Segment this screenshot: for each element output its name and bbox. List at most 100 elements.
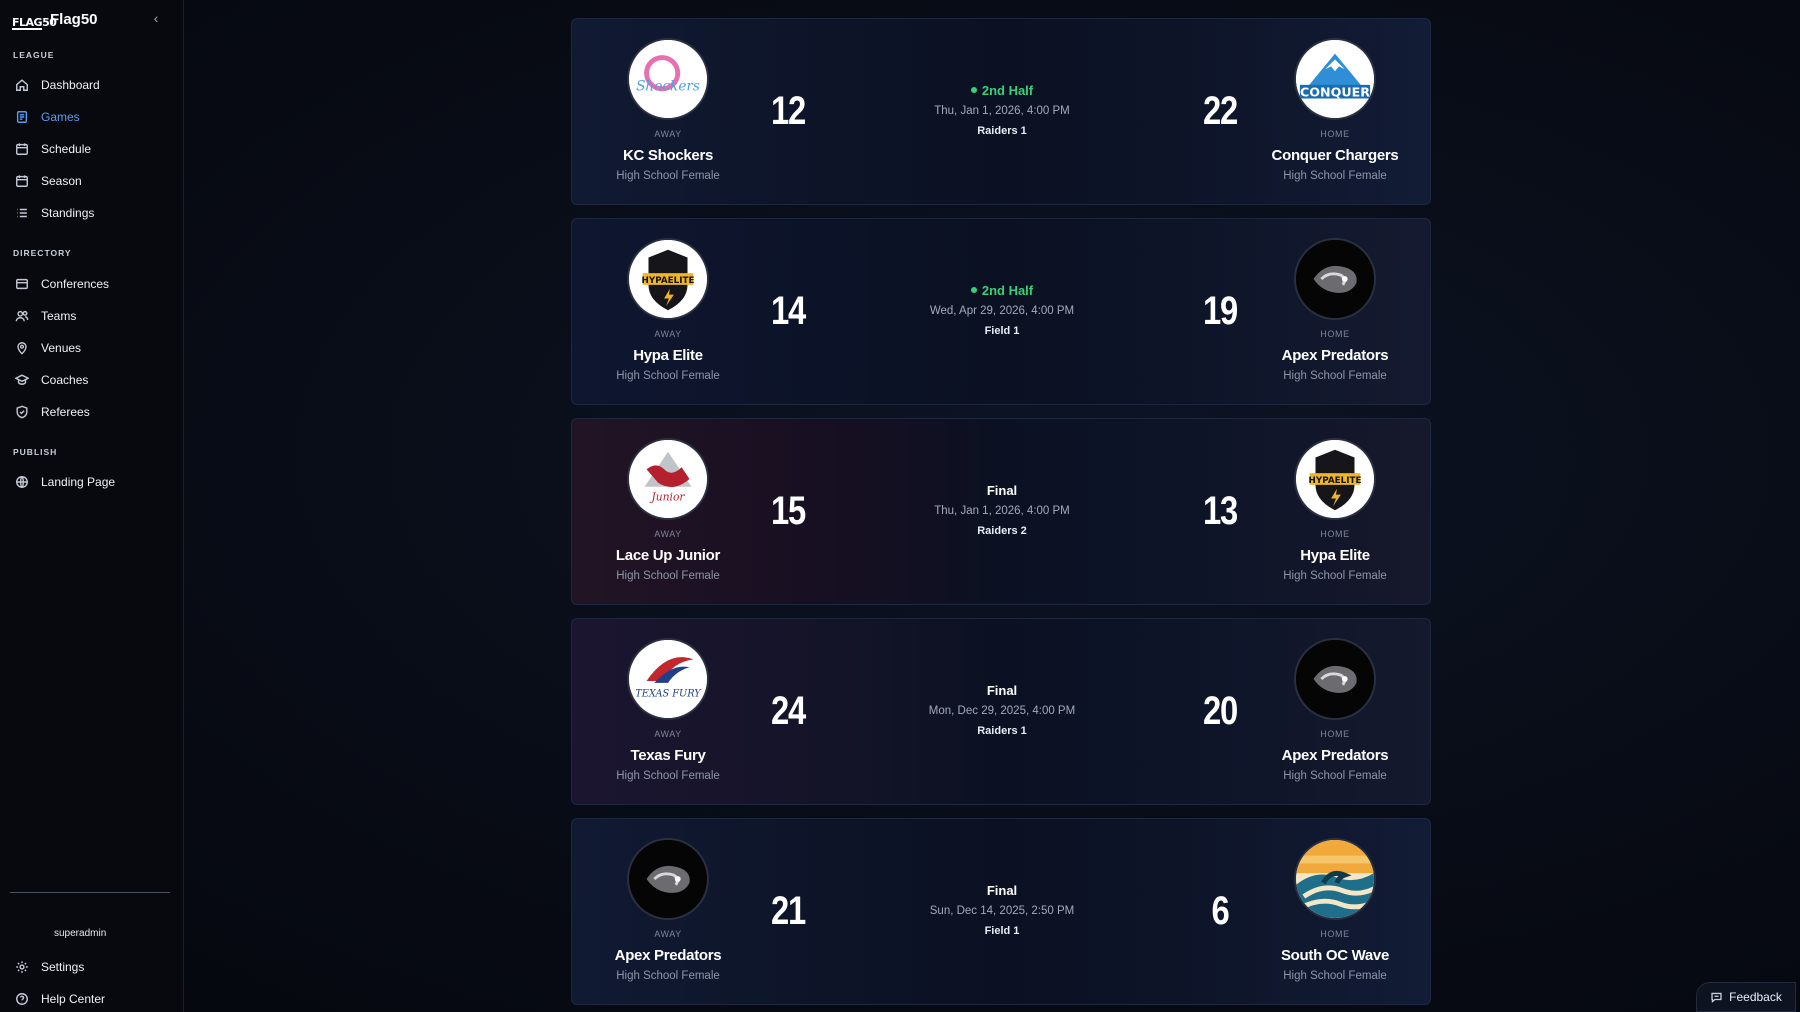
svg-text:CONQUER: CONQUER: [1300, 85, 1370, 100]
svg-text:HYPAELITE: HYPAELITE: [1309, 476, 1362, 486]
kc-shockers-logo: Shockers: [627, 38, 709, 120]
game-status-text: 2nd Half: [981, 283, 1034, 298]
flag50-logo: FLAG50: [12, 8, 57, 30]
away-team-name[interactable]: KC Shockers: [573, 147, 763, 164]
game-datetime: Mon, Dec 29, 2025, 4:00 PM: [928, 705, 1076, 717]
away-score: 14: [770, 289, 806, 333]
globe-icon: [14, 474, 30, 490]
sidebar-item-label: Settings: [41, 960, 85, 974]
away-team-division: High School Female: [616, 570, 720, 582]
shield-icon: [14, 404, 30, 420]
home-score: 19: [1202, 289, 1238, 333]
game-card[interactable]: HYPAELITE 14 AWAY Hypa Elite High School…: [571, 218, 1431, 405]
away-team-name[interactable]: Lace Up Junior: [573, 547, 763, 564]
game-card[interactable]: Junior 15 AWAY Lace Up Junior High Schoo…: [571, 418, 1431, 605]
feedback-label: Feedback: [1729, 990, 1782, 1004]
sidebar-item-label: Conferences: [41, 277, 110, 291]
game-card[interactable]: Shockers 12 AWAY KC Shockers High School…: [571, 18, 1431, 205]
home-score: 22: [1202, 89, 1238, 133]
away-label: AWAY: [654, 529, 682, 539]
home-team-name[interactable]: Apex Predators: [1240, 747, 1430, 764]
home-label: HOME: [1320, 729, 1350, 739]
sidebar-item-label: Schedule: [41, 142, 92, 156]
sidebar-item-teams[interactable]: Teams: [14, 303, 174, 329]
apex-predators-logo: [1294, 238, 1376, 320]
game-datetime: Thu, Jan 1, 2026, 4:00 PM: [934, 505, 1070, 517]
sidebar-item-schedule[interactable]: Schedule: [14, 136, 174, 162]
away-team-division: High School Female: [616, 170, 720, 182]
layers-icon: [14, 276, 30, 292]
away-score: 12: [770, 89, 806, 133]
home-label: HOME: [1320, 329, 1350, 339]
section-label-league: LEAGUE: [13, 50, 55, 60]
brand-name: Flag50: [50, 10, 98, 28]
away-label: AWAY: [654, 929, 682, 939]
calendar-icon: [14, 141, 30, 157]
sidebar-item-label: Season: [41, 174, 82, 188]
home-team-name[interactable]: Apex Predators: [1240, 347, 1430, 364]
sidebar: FLAG50 Flag50 ‹ LEAGUE Dashboard Games S…: [0, 0, 184, 1012]
games-list: Shockers 12 AWAY KC Shockers High School…: [571, 18, 1431, 1012]
svg-text:Shockers: Shockers: [636, 79, 700, 95]
home-team-name[interactable]: Conquer Chargers: [1240, 147, 1430, 164]
away-label: AWAY: [654, 329, 682, 339]
collapse-sidebar-icon[interactable]: ‹: [148, 10, 164, 26]
home-team-name[interactable]: South OC Wave: [1240, 947, 1430, 964]
home-team-division: High School Female: [1283, 770, 1387, 782]
game-card[interactable]: 21 AWAY Apex Predators High School Femal…: [571, 818, 1431, 1005]
game-card[interactable]: TEXAS FURY 24 AWAY Texas Fury High Schoo…: [571, 618, 1431, 805]
sidebar-item-label: Venues: [41, 341, 82, 355]
feedback-button[interactable]: Feedback: [1696, 982, 1796, 1012]
sidebar-item-venues[interactable]: Venues: [14, 335, 174, 361]
sidebar-item-label: Help Center: [41, 992, 106, 1006]
game-datetime: Wed, Apr 29, 2026, 4:00 PM: [929, 305, 1075, 317]
game-status: 2nd Half: [822, 283, 1182, 298]
sidebar-item-season[interactable]: Season: [14, 168, 174, 194]
home-team-division: High School Female: [1283, 970, 1387, 982]
graduation-cap-icon: [14, 372, 30, 388]
texas-fury-logo: TEXAS FURY: [627, 638, 709, 720]
section-label-publish: PUBLISH: [13, 447, 58, 457]
sidebar-item-settings[interactable]: Settings: [14, 954, 174, 980]
help-icon: [14, 991, 30, 1007]
home-team-name[interactable]: Hypa Elite: [1240, 547, 1430, 564]
game-datetime: Thu, Jan 1, 2026, 4:00 PM: [934, 105, 1070, 117]
lace-up-junior-logo: Junior: [627, 438, 709, 520]
hypa-elite-logo: HYPAELITE: [1294, 438, 1376, 520]
section-label-directory: DIRECTORY: [13, 248, 72, 258]
home-team-division: High School Female: [1283, 170, 1387, 182]
sidebar-item-label: Coaches: [41, 373, 89, 387]
sidebar-item-referees[interactable]: Referees: [14, 399, 174, 425]
sidebar-item-landing-page[interactable]: Landing Page: [14, 469, 174, 495]
sidebar-item-label: Standings: [41, 206, 95, 220]
sidebar-item-coaches[interactable]: Coaches: [14, 367, 174, 393]
away-team-name[interactable]: Texas Fury: [573, 747, 763, 764]
game-status: Final: [986, 883, 1018, 898]
brand[interactable]: FLAG50 Flag50: [12, 8, 98, 30]
home-label: HOME: [1320, 129, 1350, 139]
sidebar-item-label: Teams: [41, 309, 77, 323]
sidebar-item-conferences[interactable]: Conferences: [14, 271, 174, 297]
sidebar-item-label: Landing Page: [41, 475, 116, 489]
live-dot-icon: [970, 287, 977, 293]
away-team-name[interactable]: Hypa Elite: [573, 347, 763, 364]
sidebar-item-label: Dashboard: [41, 78, 100, 92]
sidebar-item-standings[interactable]: Standings: [14, 200, 174, 226]
game-venue: Raiders 1: [977, 125, 1027, 137]
calendar-icon: [14, 173, 30, 189]
sidebar-item-games[interactable]: Games: [14, 104, 174, 130]
games-icon: [14, 109, 30, 125]
game-venue: Field 1: [984, 325, 1020, 337]
user-name[interactable]: superadmin: [54, 928, 106, 939]
sidebar-item-help-center[interactable]: Help Center: [14, 986, 174, 1012]
map-pin-icon: [14, 340, 30, 356]
sidebar-divider: [10, 892, 170, 893]
sidebar-item-label: Referees: [41, 405, 90, 419]
south-oc-wave-logo: [1294, 838, 1376, 920]
sidebar-item-dashboard[interactable]: Dashboard: [14, 72, 174, 98]
users-icon: [14, 308, 30, 324]
game-status: 2nd Half: [822, 83, 1182, 98]
away-team-division: High School Female: [616, 770, 720, 782]
away-team-name[interactable]: Apex Predators: [573, 947, 763, 964]
game-venue: Raiders 1: [977, 725, 1027, 737]
